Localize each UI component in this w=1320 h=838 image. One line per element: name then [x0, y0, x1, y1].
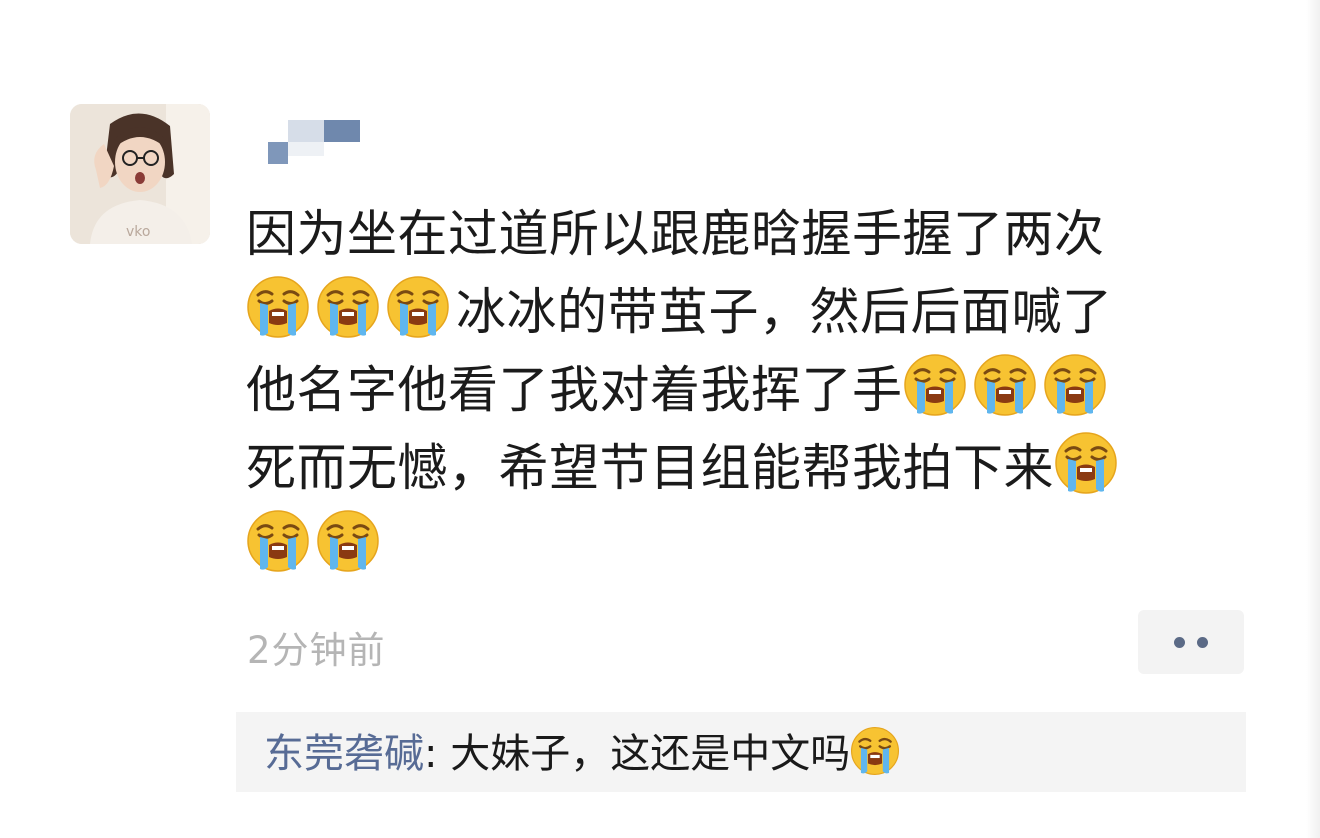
comment-item[interactable]: 东莞砻碱: 大妹子，这还是中文吗 [264, 726, 900, 780]
more-dots-icon [1197, 636, 1208, 648]
more-dots-icon [1174, 636, 1185, 648]
svg-text:vko: vko [126, 224, 150, 240]
loudly-crying-emoji-icon [316, 275, 380, 339]
comment-separator: : [424, 731, 451, 777]
post-line: 因为坐在过道所以跟鹿晗握手握了两次 [246, 205, 1105, 263]
avatar[interactable]: vko [70, 104, 210, 244]
loudly-crying-emoji-icon [316, 509, 380, 573]
comment-area: 东莞砻碱: 大妹子，这还是中文吗 [236, 712, 1246, 792]
post-line-with-emoji: 他名字他看了我对着我挥了手 [246, 351, 1256, 429]
post-content: 因为坐在过道所以跟鹿晗握手握了两次 冰冰的带茧子，然后后面喊了 他名字他看了我对… [246, 195, 1256, 585]
post-timestamp: 2分钟前 [247, 629, 386, 672]
loudly-crying-emoji-icon [1054, 431, 1118, 495]
screen-edge-shadow [1306, 0, 1320, 838]
loudly-crying-emoji-icon [903, 353, 967, 417]
loudly-crying-emoji-icon [246, 509, 310, 573]
post-line-with-emoji: 冰冰的带茧子，然后后面喊了 [246, 273, 1256, 351]
loudly-crying-emoji-icon [973, 353, 1037, 417]
loudly-crying-emoji-icon [386, 275, 450, 339]
post-line-with-emoji: 死而无憾，希望节目组能帮我拍下来 [246, 429, 1256, 507]
comment-text: 大妹子，这还是中文吗 [450, 731, 851, 777]
avatar-photo: vko [70, 104, 210, 244]
post-line: 冰冰的带茧子，然后后面喊了 [456, 283, 1113, 341]
post-line-with-emoji [246, 507, 1256, 585]
loudly-crying-emoji-icon [246, 275, 310, 339]
commenter-name[interactable]: 东莞砻碱 [264, 731, 424, 777]
post-line: 他名字他看了我对着我挥了手 [246, 361, 903, 419]
post-line: 死而无憾，希望节目组能帮我拍下来 [246, 439, 1054, 497]
more-actions-button[interactable] [1138, 610, 1244, 674]
loudly-crying-emoji-icon [850, 726, 900, 776]
blurred-username[interactable] [268, 120, 360, 164]
loudly-crying-emoji-icon [1043, 353, 1107, 417]
